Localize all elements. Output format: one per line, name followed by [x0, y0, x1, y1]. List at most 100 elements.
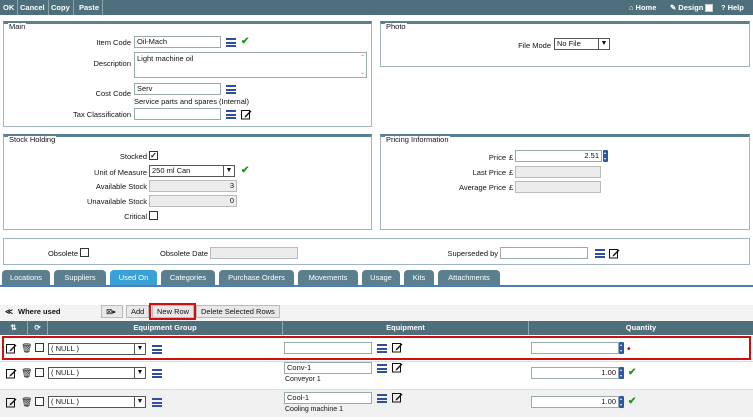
tab-underline	[0, 285, 753, 287]
available-stock-label: Available Stock	[95, 182, 147, 191]
tab-purchase-orders[interactable]: Purchase Orders	[219, 270, 294, 285]
export-button[interactable]: ⊠▸	[101, 305, 123, 318]
edit-icon[interactable]	[6, 368, 17, 379]
price-currency: £	[509, 153, 514, 162]
scroll-down-icon[interactable]: ⌄	[360, 69, 365, 76]
chevron-down-icon: ▼	[223, 166, 234, 176]
trash-icon[interactable]: 🗑	[21, 343, 32, 354]
equipment-description: Conveyor 1	[285, 376, 321, 383]
edit-icon[interactable]	[6, 343, 17, 354]
main-title: Main	[8, 22, 27, 31]
grid-header: ⇅ ⟳ Equipment Group Equipment Quantity	[0, 321, 753, 335]
row-select-checkbox[interactable]	[35, 397, 44, 406]
home-icon: ⌂	[629, 3, 634, 12]
equipment-group-select[interactable]: ( NULL ) ▼	[48, 367, 146, 379]
critical-checkbox[interactable]	[149, 211, 158, 220]
unavailable-stock-label: Unavailable Stock	[86, 197, 147, 206]
quantity-spinner-icon[interactable]	[619, 367, 624, 379]
tab-movements[interactable]: Movements	[298, 270, 358, 285]
edit-icon[interactable]	[6, 397, 17, 408]
menu-icon[interactable]	[226, 38, 236, 47]
ok-button[interactable]: OK	[0, 0, 19, 15]
row-select-checkbox[interactable]	[35, 368, 44, 377]
where-used-label: Where used	[18, 307, 61, 316]
average-price-label: Average Price	[459, 183, 506, 192]
paste-button[interactable]: Paste	[76, 0, 104, 15]
tab-categories[interactable]: Categories	[161, 270, 215, 285]
menu-icon[interactable]	[377, 394, 387, 403]
equipment-field[interactable]	[284, 342, 372, 354]
obsolete-checkbox[interactable]	[80, 248, 89, 257]
edit-icon[interactable]	[609, 248, 620, 259]
menu-icon[interactable]	[595, 249, 605, 258]
edit-icon[interactable]	[392, 362, 403, 373]
row-select-checkbox[interactable]	[35, 343, 44, 352]
edit-icon[interactable]	[392, 342, 403, 353]
menu-icon[interactable]	[377, 344, 387, 353]
quantity-field[interactable]: 1.00	[531, 367, 619, 379]
menu-icon[interactable]	[152, 369, 162, 378]
menu-icon[interactable]	[226, 85, 236, 94]
add-button[interactable]: Add	[126, 305, 150, 318]
quantity-field[interactable]	[531, 342, 619, 354]
superseded-by-label: Superseded by	[447, 249, 498, 258]
description-field[interactable]: Light machine oil ⌃ ⌄	[134, 52, 367, 78]
equipment-field[interactable]: Cool-1	[284, 392, 372, 404]
cost-code-label: Cost Code	[95, 89, 131, 98]
top-toolbar: OK Cancel Copy Paste ⌂ Home ✎ Design ? Help	[0, 0, 753, 15]
equipment-field[interactable]: Conv-1	[284, 362, 372, 374]
menu-icon[interactable]	[377, 364, 387, 373]
critical-label: Critical	[124, 212, 147, 221]
collapse-icon[interactable]: ≪	[5, 307, 13, 316]
edit-icon[interactable]	[241, 109, 252, 120]
tab-attachments[interactable]: Attachments	[438, 270, 500, 285]
column-equipment[interactable]: Equipment	[283, 321, 529, 335]
required-indicator-icon: •	[627, 344, 631, 355]
file-mode-label: File Mode	[518, 41, 551, 50]
home-button[interactable]: ⌂ Home	[629, 0, 656, 15]
cost-code-field[interactable]: Serv	[134, 83, 221, 95]
scroll-up-icon[interactable]: ⌃	[360, 54, 365, 61]
column-quantity[interactable]: Quantity	[529, 321, 753, 335]
price-field[interactable]: 2.51	[515, 150, 602, 162]
item-code-field[interactable]: Oil-Mach	[134, 36, 221, 48]
price-spinner-icon[interactable]	[603, 150, 608, 162]
stocked-checkbox[interactable]: ✓	[149, 151, 158, 160]
tab-suppliers[interactable]: Suppliers	[54, 270, 106, 285]
menu-icon[interactable]	[152, 398, 162, 407]
file-mode-select[interactable]: No File ▼	[554, 38, 610, 50]
cancel-button[interactable]: Cancel	[17, 0, 49, 15]
last-price-field	[515, 166, 601, 178]
valid-check-icon: ✔	[628, 396, 637, 407]
copy-button[interactable]: Copy	[48, 0, 74, 15]
description-label: Description	[93, 59, 131, 68]
edit-icon[interactable]	[392, 392, 403, 403]
quantity-spinner-icon[interactable]	[619, 342, 624, 354]
unit-of-measure-select[interactable]: 250 ml Can ▼	[149, 165, 235, 177]
wrench-icon: ✎	[670, 3, 677, 12]
delete-selected-rows-button[interactable]: Delete Selected Rows	[196, 305, 280, 318]
tab-used-on[interactable]: Used On	[110, 270, 157, 285]
equipment-group-select[interactable]: ( NULL ) ▼	[48, 396, 146, 408]
design-button[interactable]: ✎ Design	[670, 0, 714, 15]
chevron-down-icon: ▼	[134, 368, 145, 378]
help-button[interactable]: ? Help	[721, 0, 744, 15]
menu-icon[interactable]	[152, 345, 162, 354]
quantity-spinner-icon[interactable]	[619, 396, 624, 408]
trash-icon[interactable]: 🗑	[21, 368, 32, 379]
equipment-group-select[interactable]: ( NULL ) ▼	[48, 343, 146, 355]
tax-classification-field[interactable]	[134, 108, 221, 120]
superseded-by-field[interactable]	[500, 247, 588, 259]
menu-icon[interactable]	[226, 110, 236, 119]
sort-icon[interactable]: ⇅	[0, 321, 28, 335]
tab-kits[interactable]: Kits	[404, 270, 434, 285]
tab-locations[interactable]: Locations	[2, 270, 50, 285]
average-price-field	[515, 181, 601, 193]
column-equipment-group[interactable]: Equipment Group	[48, 321, 283, 335]
refresh-icon[interactable]: ⟳	[28, 321, 48, 335]
design-toggle[interactable]	[705, 4, 714, 13]
tab-usage[interactable]: Usage	[362, 270, 400, 285]
trash-icon[interactable]: 🗑	[21, 397, 32, 408]
quantity-field[interactable]: 1.00	[531, 396, 619, 408]
obsolete-label: Obsolete	[47, 249, 78, 258]
